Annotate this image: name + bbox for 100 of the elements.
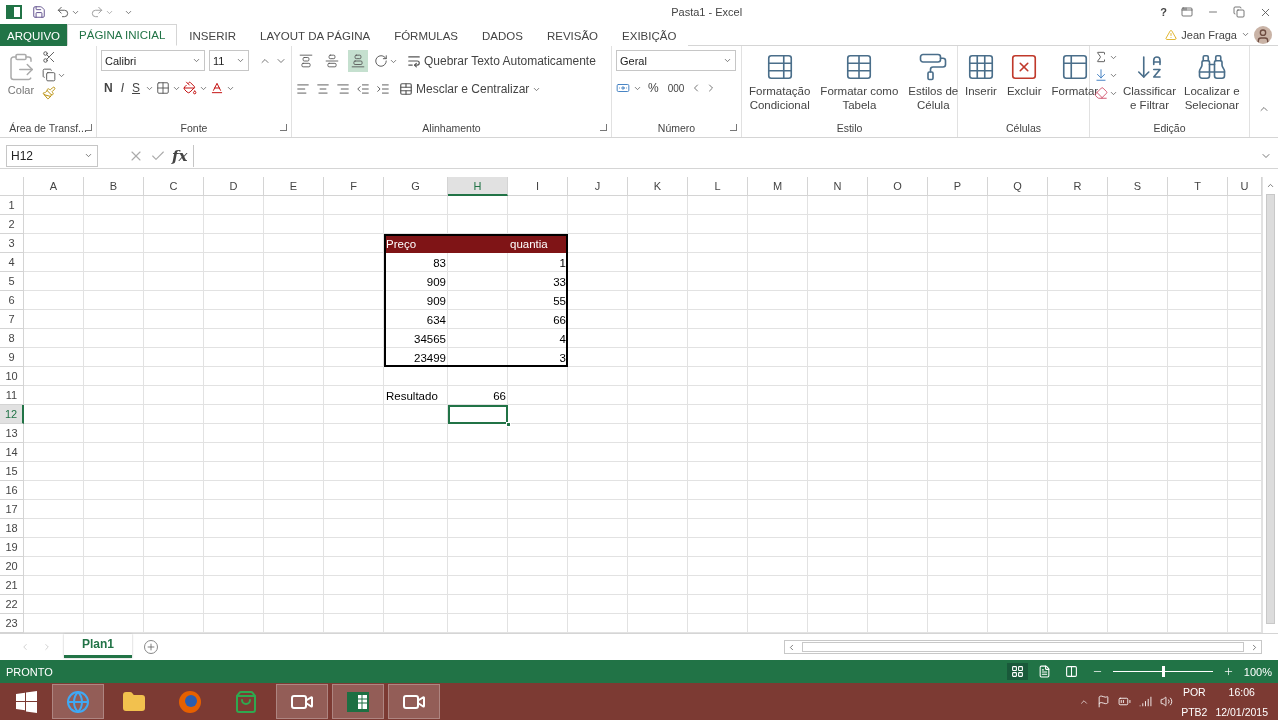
merge-button[interactable]: Mesclar e Centralizar xyxy=(396,78,545,100)
row-header[interactable]: 19 xyxy=(0,538,24,557)
name-box[interactable]: H12 xyxy=(6,144,98,167)
row-header[interactable]: 11 xyxy=(0,386,24,405)
scroll-up-icon[interactable] xyxy=(1266,181,1275,190)
row-header[interactable]: 3 xyxy=(0,234,24,253)
row-header[interactable]: 13 xyxy=(0,424,24,443)
scroll-right-icon[interactable] xyxy=(1250,642,1259,652)
brush-icon xyxy=(42,86,56,100)
row-header[interactable]: 8 xyxy=(0,329,24,348)
caret-icon xyxy=(84,151,93,160)
row-header[interactable]: 7 xyxy=(0,310,24,329)
column-header[interactable]: L xyxy=(688,177,748,196)
row-header[interactable]: 9 xyxy=(0,348,24,367)
font-size-select[interactable]: 11 xyxy=(209,50,249,71)
launcher-icon[interactable] xyxy=(280,124,287,131)
style-button[interactable]: Estilos de Célula xyxy=(905,50,962,114)
row-header[interactable]: 5 xyxy=(0,272,24,291)
column-header[interactable]: T xyxy=(1168,177,1228,196)
style-button[interactable]: Formatação Condicional xyxy=(746,50,814,114)
column-header[interactable]: S xyxy=(1108,177,1168,196)
font-name-select[interactable]: Calibri xyxy=(101,50,205,71)
italic-button[interactable]: I xyxy=(117,77,127,99)
window-title: Pasta1 - Excel xyxy=(670,6,744,18)
pagebreak-view-icon xyxy=(1064,665,1078,678)
row-header[interactable]: 15 xyxy=(0,462,24,481)
column-header[interactable]: F xyxy=(324,177,384,196)
user-name[interactable]: Jean Fraga xyxy=(1181,28,1237,41)
file-tab[interactable]: ARQUIVO xyxy=(0,24,68,46)
taskbar-app[interactable] xyxy=(332,684,384,719)
taskbar-app[interactable] xyxy=(388,684,440,719)
column-header[interactable]: O xyxy=(868,177,928,196)
column-header[interactable]: J xyxy=(568,177,628,196)
view-button[interactable] xyxy=(1006,663,1028,680)
clock-date[interactable]: 12/01/2015 xyxy=(1215,704,1268,719)
row-header[interactable]: 22 xyxy=(0,595,24,614)
wrap-text-button[interactable]: Quebrar Texto Automaticamente xyxy=(404,50,599,72)
language-indicator[interactable]: POR xyxy=(1182,684,1206,699)
scroll-left-icon[interactable] xyxy=(787,642,796,652)
bold-button[interactable]: N xyxy=(101,77,116,99)
row-header[interactable]: 2 xyxy=(0,215,24,234)
clock-time[interactable]: 16:06 xyxy=(1228,684,1255,699)
row-header[interactable]: 21 xyxy=(0,576,24,595)
column-header[interactable]: Q xyxy=(988,177,1048,196)
row-header[interactable]: 4 xyxy=(0,253,24,272)
column-header[interactable]: U xyxy=(1228,177,1262,196)
row-header[interactable]: 18 xyxy=(0,519,24,538)
paste-button[interactable]: Colar xyxy=(4,50,38,98)
cells-button[interactable]: Excluir xyxy=(1003,50,1045,100)
fill-handle[interactable] xyxy=(506,422,511,427)
row-header[interactable]: 14 xyxy=(0,443,24,462)
table-cell: 83 xyxy=(384,253,448,272)
editing-button[interactable]: Classificar e Filtrar xyxy=(1120,50,1180,114)
column-header[interactable]: H xyxy=(448,177,508,196)
row-header[interactable]: 20 xyxy=(0,557,24,576)
taskbar-app[interactable] xyxy=(276,684,328,719)
thousands-button[interactable]: 000 xyxy=(664,77,688,99)
column-header[interactable]: B xyxy=(84,177,144,196)
keyboard-layout[interactable]: PTB2 xyxy=(1181,704,1208,719)
row-header[interactable]: 12 xyxy=(0,405,24,424)
vertical-align-button[interactable] xyxy=(348,50,368,72)
scroll-thumb[interactable] xyxy=(802,642,1244,652)
cells-button[interactable]: Inserir xyxy=(962,50,1000,100)
column-header[interactable]: G xyxy=(384,177,448,196)
row-header[interactable]: 10 xyxy=(0,367,24,386)
row-header[interactable]: 16 xyxy=(0,481,24,500)
zoom-reading[interactable]: 100% xyxy=(1243,665,1272,678)
vertical-scrollbar[interactable] xyxy=(1262,177,1278,633)
column-header[interactable]: C xyxy=(144,177,204,196)
column-header[interactable]: M xyxy=(748,177,808,196)
row-header[interactable]: 6 xyxy=(0,291,24,310)
style-button[interactable]: Formatar como Tabela xyxy=(817,50,902,114)
previous-sheet-icon xyxy=(20,642,30,652)
row-header[interactable]: 17 xyxy=(0,500,24,519)
help-button[interactable]: ? xyxy=(1160,6,1167,18)
insert-function-button[interactable]: fx xyxy=(172,146,188,165)
launcher-icon[interactable] xyxy=(730,124,737,131)
column-header[interactable]: P xyxy=(928,177,988,196)
underline-button[interactable]: S xyxy=(129,77,144,99)
sheet-tab[interactable]: Plan1 xyxy=(64,633,132,658)
column-header[interactable]: A xyxy=(24,177,84,196)
column-header[interactable]: E xyxy=(264,177,324,196)
row-header[interactable]: 23 xyxy=(0,614,24,633)
cells-button[interactable]: Formatar xyxy=(1048,50,1102,100)
percent-button[interactable]: % xyxy=(645,77,662,99)
column-header[interactable]: K xyxy=(628,177,688,196)
launcher-icon[interactable] xyxy=(600,124,607,131)
undo-icon xyxy=(56,5,70,19)
horizontal-scrollbar[interactable] xyxy=(784,640,1262,654)
number-format-select[interactable]: Geral xyxy=(616,50,736,71)
column-header[interactable]: I xyxy=(508,177,568,196)
launcher-icon[interactable] xyxy=(85,124,92,131)
battery-icon xyxy=(1118,695,1132,708)
column-header[interactable]: N xyxy=(808,177,868,196)
row-header[interactable]: 1 xyxy=(0,196,24,215)
column-header[interactable]: R xyxy=(1048,177,1108,196)
scroll-thumb[interactable] xyxy=(1266,194,1275,624)
editing-button[interactable]: Localizar e Selecionar xyxy=(1181,50,1243,114)
column-header[interactable]: D xyxy=(204,177,264,196)
ribbon-tab[interactable]: PÁGINA INICIAL xyxy=(67,24,178,46)
